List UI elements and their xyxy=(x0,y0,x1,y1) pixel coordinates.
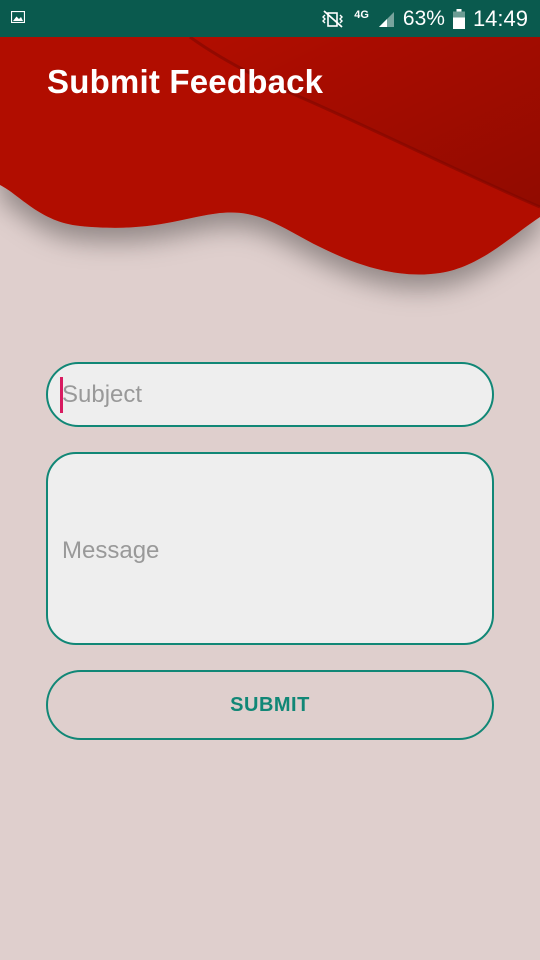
status-bar: 4G 63% 14:49 xyxy=(0,0,540,37)
clock: 14:49 xyxy=(472,5,528,31)
signal-icon xyxy=(378,11,394,27)
status-icons: 4G 63% 14:49 xyxy=(320,0,528,37)
network-type-label: 4G xyxy=(354,9,369,21)
image-notification-icon xyxy=(11,11,25,23)
battery-icon xyxy=(452,8,465,29)
text-cursor xyxy=(60,377,63,413)
battery-percent: 63% xyxy=(402,6,445,30)
page-title: Submit Feedback xyxy=(47,63,324,100)
vibrate-mute-icon xyxy=(322,9,344,28)
message-input[interactable] xyxy=(46,452,494,645)
submit-button[interactable]: SUBMIT xyxy=(46,670,494,740)
subject-input[interactable] xyxy=(46,362,494,427)
